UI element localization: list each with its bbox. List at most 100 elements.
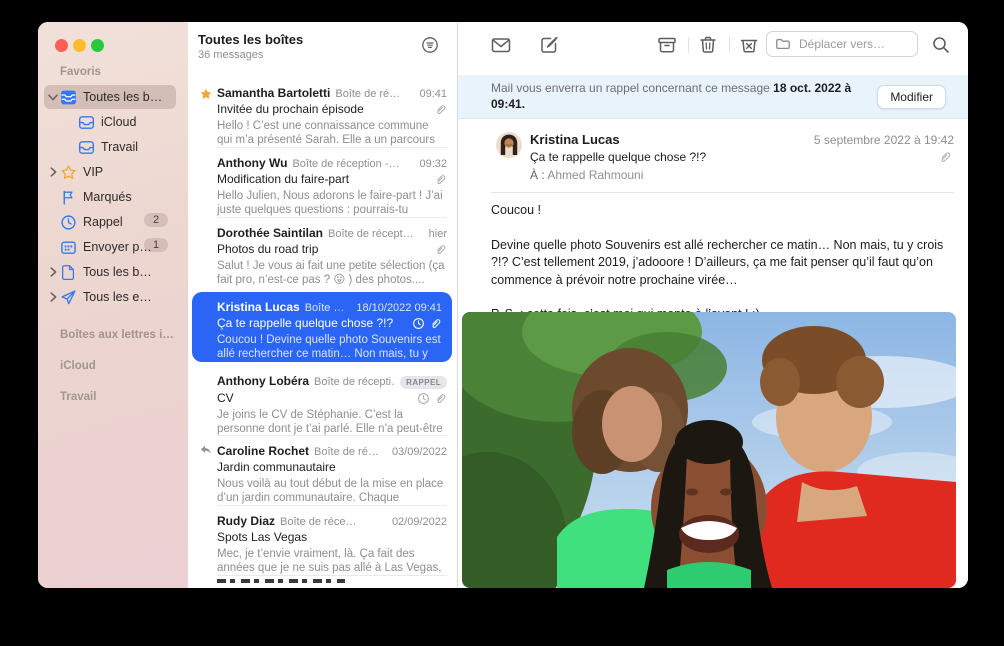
sender-name: Kristina Lucas	[217, 300, 300, 314]
sidebar-item-all-sent[interactable]: Tous les e…	[44, 285, 176, 309]
icloud-mailboxes-section-label[interactable]: Boîtes aux lettres i…	[60, 329, 174, 341]
sidebar-item-all-drafts[interactable]: Tous les b…	[44, 260, 176, 284]
mailbox-label: Boîte de ré…	[335, 88, 413, 100]
message-preview: Mec, je t’envie vraiment, là. Ça fait de…	[217, 547, 447, 575]
sender-name: Anthony Wu	[217, 156, 287, 170]
trash-icon[interactable]	[697, 34, 719, 56]
travail-section-label[interactable]: Travail	[60, 391, 96, 403]
paper-plane-icon	[60, 289, 77, 306]
all-inboxes-icon	[60, 89, 77, 106]
message-row[interactable]: Anthony Lobéra Boîte de récepti… RAPPEL …	[188, 366, 457, 436]
mailbox-title: Toutes les boîtes	[198, 32, 303, 47]
sender-name: Samantha Bartoletti	[217, 86, 330, 100]
paperclip-icon	[434, 243, 447, 256]
sidebar-item-all-inboxes[interactable]: Toutes les b…	[44, 85, 176, 109]
get-mail-icon[interactable]	[490, 34, 512, 56]
search-icon[interactable]	[930, 34, 952, 56]
message-date: 18/10/2022 09:41	[356, 302, 442, 314]
vip-star-icon	[60, 164, 77, 181]
icloud-section-label[interactable]: iCloud	[60, 360, 96, 372]
message-preview: Hello Julien, Nous adorons le faire-part…	[217, 189, 447, 217]
mailbox-label: Boîte de ré…	[314, 446, 386, 458]
recipient-name: Ahmed Rahmouni	[547, 168, 643, 182]
sidebar-item-vip[interactable]: VIP	[44, 160, 176, 184]
archive-icon[interactable]	[656, 34, 678, 56]
compose-icon[interactable]	[538, 34, 560, 56]
message-subject: CV	[217, 391, 411, 405]
chevron-right-icon[interactable]	[46, 290, 60, 304]
message-row[interactable]: Anthony Wu Boîte de réception -… 09:32 M…	[188, 148, 457, 218]
star-icon[interactable]	[199, 87, 213, 101]
inbox-icon	[78, 114, 95, 131]
send-later-icon	[60, 239, 77, 256]
message-row[interactable]: Samantha Bartoletti Boîte de ré… 09:41 I…	[188, 78, 457, 148]
sender-name: Dorothée Saintilan	[217, 226, 323, 240]
message-row-selected[interactable]: Kristina Lucas Boîte … 18/10/2022 09:41 …	[192, 292, 452, 362]
message-list-pane: Toutes les boîtes 36 messages Samantha B…	[188, 22, 458, 588]
screenshot-stage: Favoris Toutes les b… iCloud Travail VIP	[0, 0, 1004, 646]
filter-icon[interactable]	[421, 36, 439, 54]
chevron-right-icon[interactable]	[46, 165, 60, 179]
count-badge: 1	[144, 238, 168, 252]
folder-icon	[775, 36, 791, 52]
junk-icon[interactable]	[738, 34, 760, 56]
message-recipient: À : Ahmed Rahmouni	[530, 168, 643, 182]
message-preview: Hello ! C’est une connaissance commune q…	[217, 119, 447, 147]
paperclip-icon	[434, 173, 447, 186]
message-sender-name: Kristina Lucas	[530, 132, 620, 147]
photo-attachment[interactable]	[462, 312, 956, 588]
message-count: 36 messages	[198, 49, 263, 61]
document-icon	[60, 264, 77, 281]
sidebar-item-send-later[interactable]: Envoyer p… 1	[44, 235, 176, 259]
move-to-field[interactable]	[766, 31, 918, 57]
rappel-badge: RAPPEL	[400, 376, 447, 389]
sidebar-item-icloud-inbox[interactable]: iCloud	[44, 110, 176, 134]
message-preview: Salut ! Je vous ai fait une petite sélec…	[217, 259, 447, 287]
inbox-icon	[78, 139, 95, 156]
message-subject: Spots Las Vegas	[217, 530, 447, 544]
mailbox-label: Boîte de récept…	[328, 228, 423, 240]
message-subject-line: Ça te rappelle quelque chose ?!?	[530, 150, 706, 164]
message-row[interactable]: Caroline Rochet Boîte de ré… 03/09/2022 …	[188, 436, 457, 506]
message-subject: Jardin communautaire	[217, 460, 447, 474]
message-date: 03/09/2022	[392, 446, 447, 458]
mailbox-label: Boîte …	[305, 302, 351, 314]
message-date: 09:32	[419, 158, 447, 170]
clock-icon	[60, 214, 77, 231]
sidebar-item-reminder[interactable]: Rappel 2	[44, 210, 176, 234]
sidebar-item-flagged[interactable]: Marqués	[44, 185, 176, 209]
clipped-next-row	[217, 579, 345, 583]
chevron-right-icon[interactable]	[46, 265, 60, 279]
reading-pane: Mail vous enverra un rappel concernant c…	[458, 22, 968, 588]
row-divider	[217, 575, 447, 576]
flag-icon	[60, 189, 77, 206]
mail-window: Favoris Toutes les b… iCloud Travail VIP	[38, 22, 968, 588]
message-preview: Nous voilà au tout début de la mise en p…	[217, 477, 447, 505]
message-date: hier	[429, 228, 447, 240]
chevron-down-icon[interactable]	[46, 90, 60, 104]
reminder-banner-text: Mail vous enverra un rappel concernant c…	[491, 81, 873, 112]
move-to-input[interactable]	[797, 36, 909, 52]
sidebar: Favoris Toutes les b… iCloud Travail VIP	[38, 22, 189, 588]
paperclip-icon	[429, 317, 442, 330]
sidebar-item-travail-inbox[interactable]: Travail	[44, 135, 176, 159]
message-row[interactable]: Dorothée Saintilan Boîte de récept… hier…	[188, 218, 457, 288]
message-date: 02/09/2022	[392, 516, 447, 528]
paperclip-icon	[938, 150, 952, 164]
mailbox-label: Boîte de récepti…	[314, 376, 394, 388]
reminder-clock-icon	[417, 392, 430, 405]
close-button[interactable]	[55, 39, 68, 52]
sender-name: Anthony Lobéra	[217, 374, 309, 388]
message-row[interactable]: Rudy Diaz Boîte de réce… 02/09/2022 Spot…	[188, 506, 457, 576]
message-date: 09:41	[419, 88, 447, 100]
paperclip-icon	[434, 103, 447, 116]
favorites-section-label: Favoris	[60, 66, 101, 78]
zoom-button[interactable]	[91, 39, 104, 52]
message-subject: Modification du faire-part	[217, 172, 428, 186]
modify-reminder-button[interactable]: Modifier	[877, 85, 946, 109]
unread-count-badge: 2	[144, 213, 168, 227]
message-subject: Ça te rappelle quelque chose ?!?	[217, 316, 406, 330]
message-preview: Je joins le CV de Stéphanie. C’est la pe…	[217, 408, 447, 436]
minimize-button[interactable]	[73, 39, 86, 52]
mailbox-label: Boîte de réce…	[280, 516, 386, 528]
